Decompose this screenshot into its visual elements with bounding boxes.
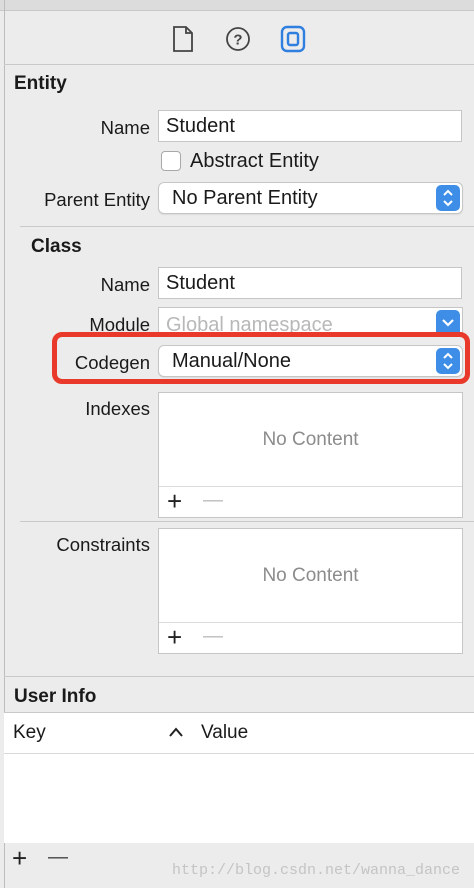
indexes-footer: + —	[159, 486, 462, 517]
constraints-table[interactable]: No Content + —	[158, 528, 463, 654]
abstract-entity-checkbox[interactable]	[161, 151, 181, 171]
indexes-remove-button[interactable]: —	[203, 487, 223, 513]
popup-stepper-icon	[436, 185, 460, 211]
svg-text:?: ?	[233, 32, 242, 49]
parent-entity-popup[interactable]: No Parent Entity	[158, 182, 463, 214]
parent-entity-label: Parent Entity	[44, 189, 150, 210]
constraints-label: Constraints	[56, 534, 150, 555]
constraints-add-button[interactable]: +	[167, 624, 182, 650]
toolbar-divider	[4, 64, 474, 65]
indexes-table[interactable]: No Content + —	[158, 392, 463, 518]
value-column-header[interactable]: Value	[201, 722, 248, 744]
constraints-divider	[20, 521, 474, 522]
indexes-empty-text: No Content	[262, 429, 359, 450]
watermark-text: http://blog.csdn.net/wanna_dance	[172, 862, 461, 879]
module-chevron-icon	[436, 310, 460, 332]
constraints-footer: + —	[159, 622, 462, 653]
constraints-empty-text: No Content	[262, 565, 359, 586]
quick-help-icon[interactable]: ?	[225, 26, 251, 52]
entity-section-title: Entity	[14, 73, 67, 94]
class-name-field[interactable]: Student	[158, 267, 462, 299]
codegen-highlight-annotation	[52, 332, 470, 384]
parent-entity-value: No Parent Entity	[172, 187, 318, 209]
module-placeholder: Global namespace	[166, 314, 333, 333]
class-divider	[20, 226, 474, 227]
user-info-header: Key Value	[4, 713, 474, 754]
class-section-title: Class	[31, 236, 82, 257]
class-name-label: Name	[100, 274, 150, 295]
indexes-add-button[interactable]: +	[167, 488, 182, 514]
user-info-remove-button[interactable]: —	[48, 844, 68, 870]
user-info-section-title: User Info	[14, 686, 97, 707]
data-model-inspector-icon[interactable]	[280, 25, 306, 53]
sort-ascending-icon[interactable]	[168, 726, 184, 738]
abstract-entity-label: Abstract Entity	[190, 150, 319, 172]
module-popup[interactable]: Global namespace	[158, 307, 463, 333]
inspector-toolbar: ?	[150, 22, 320, 56]
key-column-header[interactable]: Key	[13, 722, 46, 744]
user-info-footer: + — http://blog.csdn.net/wanna_dance	[4, 842, 474, 888]
indexes-label: Indexes	[85, 398, 150, 419]
file-inspector-icon[interactable]	[172, 26, 194, 52]
user-info-table[interactable]: Key Value	[4, 712, 474, 843]
window-top-edge	[0, 0, 474, 11]
user-info-divider	[4, 676, 474, 677]
entity-name-label: Name	[100, 117, 150, 138]
entity-name-field[interactable]: Student	[158, 110, 462, 142]
constraints-remove-button[interactable]: —	[203, 623, 223, 649]
user-info-add-button[interactable]: +	[12, 845, 27, 871]
